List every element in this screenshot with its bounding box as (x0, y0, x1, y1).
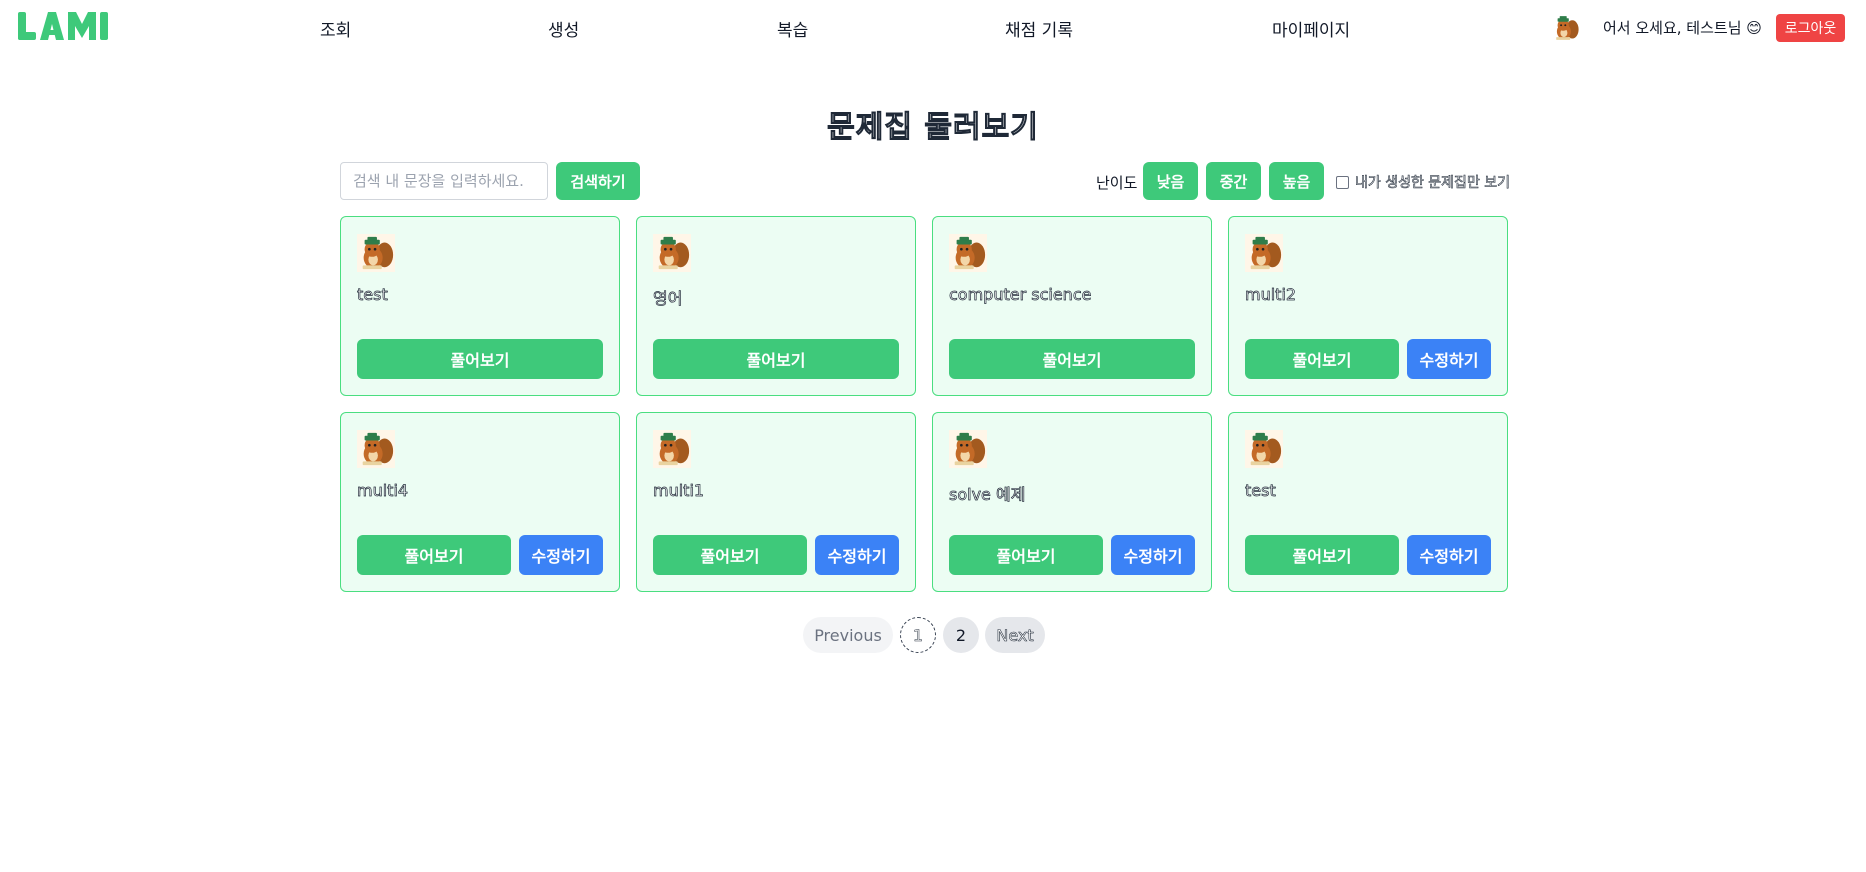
squirrel-avatar-icon (1245, 430, 1283, 468)
squirrel-avatar-icon (357, 430, 395, 468)
nav-item-review[interactable]: 복습 (777, 16, 808, 41)
squirrel-avatar-icon (653, 234, 691, 272)
squirrel-avatar-icon (949, 430, 987, 468)
logout-button[interactable]: 로그아웃 (1776, 14, 1845, 42)
lami-logo[interactable] (18, 10, 110, 44)
solve-button[interactable]: 풀어보기 (653, 339, 899, 379)
workbook-card: multi4 풀어보기 수정하기 (340, 412, 620, 592)
search-button[interactable]: 검색하기 (556, 162, 640, 200)
solve-button[interactable]: 풀어보기 (1245, 339, 1399, 379)
workbook-card: multi2 풀어보기 수정하기 (1228, 216, 1508, 396)
card-title: multi1 (653, 481, 705, 501)
solve-button[interactable]: 풀어보기 (949, 535, 1103, 575)
squirrel-avatar-icon (1245, 234, 1283, 272)
card-title: multi4 (357, 481, 409, 501)
card-title: multi2 (1245, 285, 1297, 305)
card-title: 영어 (653, 289, 683, 309)
card-title: computer science (949, 285, 1092, 305)
solve-button[interactable]: 풀어보기 (949, 339, 1195, 379)
edit-button[interactable]: 수정하기 (815, 535, 899, 575)
squirrel-avatar-icon (949, 234, 987, 272)
pagination-page-2[interactable]: 2 (943, 617, 979, 653)
squirrel-avatar-icon (357, 234, 395, 272)
difficulty-low-button[interactable]: 낮음 (1143, 162, 1198, 200)
mine-only-filter[interactable]: 내가 생성한 문제집만 보기 (1336, 172, 1510, 192)
solve-button[interactable]: 풀어보기 (1245, 535, 1399, 575)
workbook-card: multi1 풀어보기 수정하기 (636, 412, 916, 592)
difficulty-medium-button[interactable]: 중간 (1206, 162, 1261, 200)
difficulty-label: 난이도 (1096, 174, 1138, 192)
edit-button[interactable]: 수정하기 (1407, 339, 1491, 379)
pagination-page-1[interactable]: 1 (900, 617, 936, 653)
card-title: solve 예제 (949, 485, 1026, 505)
nav-item-mypage[interactable]: 마이페이지 (1272, 16, 1350, 41)
nav-item-grading-history[interactable]: 채점 기록 (1005, 16, 1073, 41)
workbook-card: test 풀어보기 수정하기 (1228, 412, 1508, 592)
nav-item-create[interactable]: 생성 (548, 16, 579, 41)
mine-only-label: 내가 생성한 문제집만 보기 (1355, 175, 1511, 192)
pagination-previous-button[interactable]: Previous (803, 617, 893, 653)
squirrel-avatar-icon[interactable] (1552, 14, 1580, 42)
edit-button[interactable]: 수정하기 (1407, 535, 1491, 575)
edit-button[interactable]: 수정하기 (519, 535, 603, 575)
pagination-next-button[interactable]: Next (985, 617, 1045, 653)
workbook-card: solve 예제 풀어보기 수정하기 (932, 412, 1212, 592)
nav-item-search[interactable]: 조회 (320, 16, 351, 41)
search-input[interactable] (340, 162, 548, 200)
squirrel-avatar-icon (653, 430, 691, 468)
edit-button[interactable]: 수정하기 (1111, 535, 1195, 575)
card-title: test (357, 285, 388, 305)
mine-only-checkbox[interactable] (1336, 175, 1349, 189)
page-title: 문제집 둘러보기 (827, 110, 1039, 146)
workbook-card: test 풀어보기 (340, 216, 620, 396)
solve-button[interactable]: 풀어보기 (357, 535, 511, 575)
solve-button[interactable]: 풀어보기 (653, 535, 807, 575)
top-navbar: 조회 생성 복습 채점 기록 마이페이지 어서 오세요, 테스트님 😊 로그아웃 (0, 0, 1866, 56)
difficulty-high-button[interactable]: 높음 (1269, 162, 1324, 200)
workbook-card: 영어 풀어보기 (636, 216, 916, 396)
welcome-message: 어서 오세요, 테스트님 😊 (1603, 19, 1762, 37)
workbook-card: computer science 풀어보기 (932, 216, 1212, 396)
solve-button[interactable]: 풀어보기 (357, 339, 603, 379)
card-title: test (1245, 481, 1276, 501)
